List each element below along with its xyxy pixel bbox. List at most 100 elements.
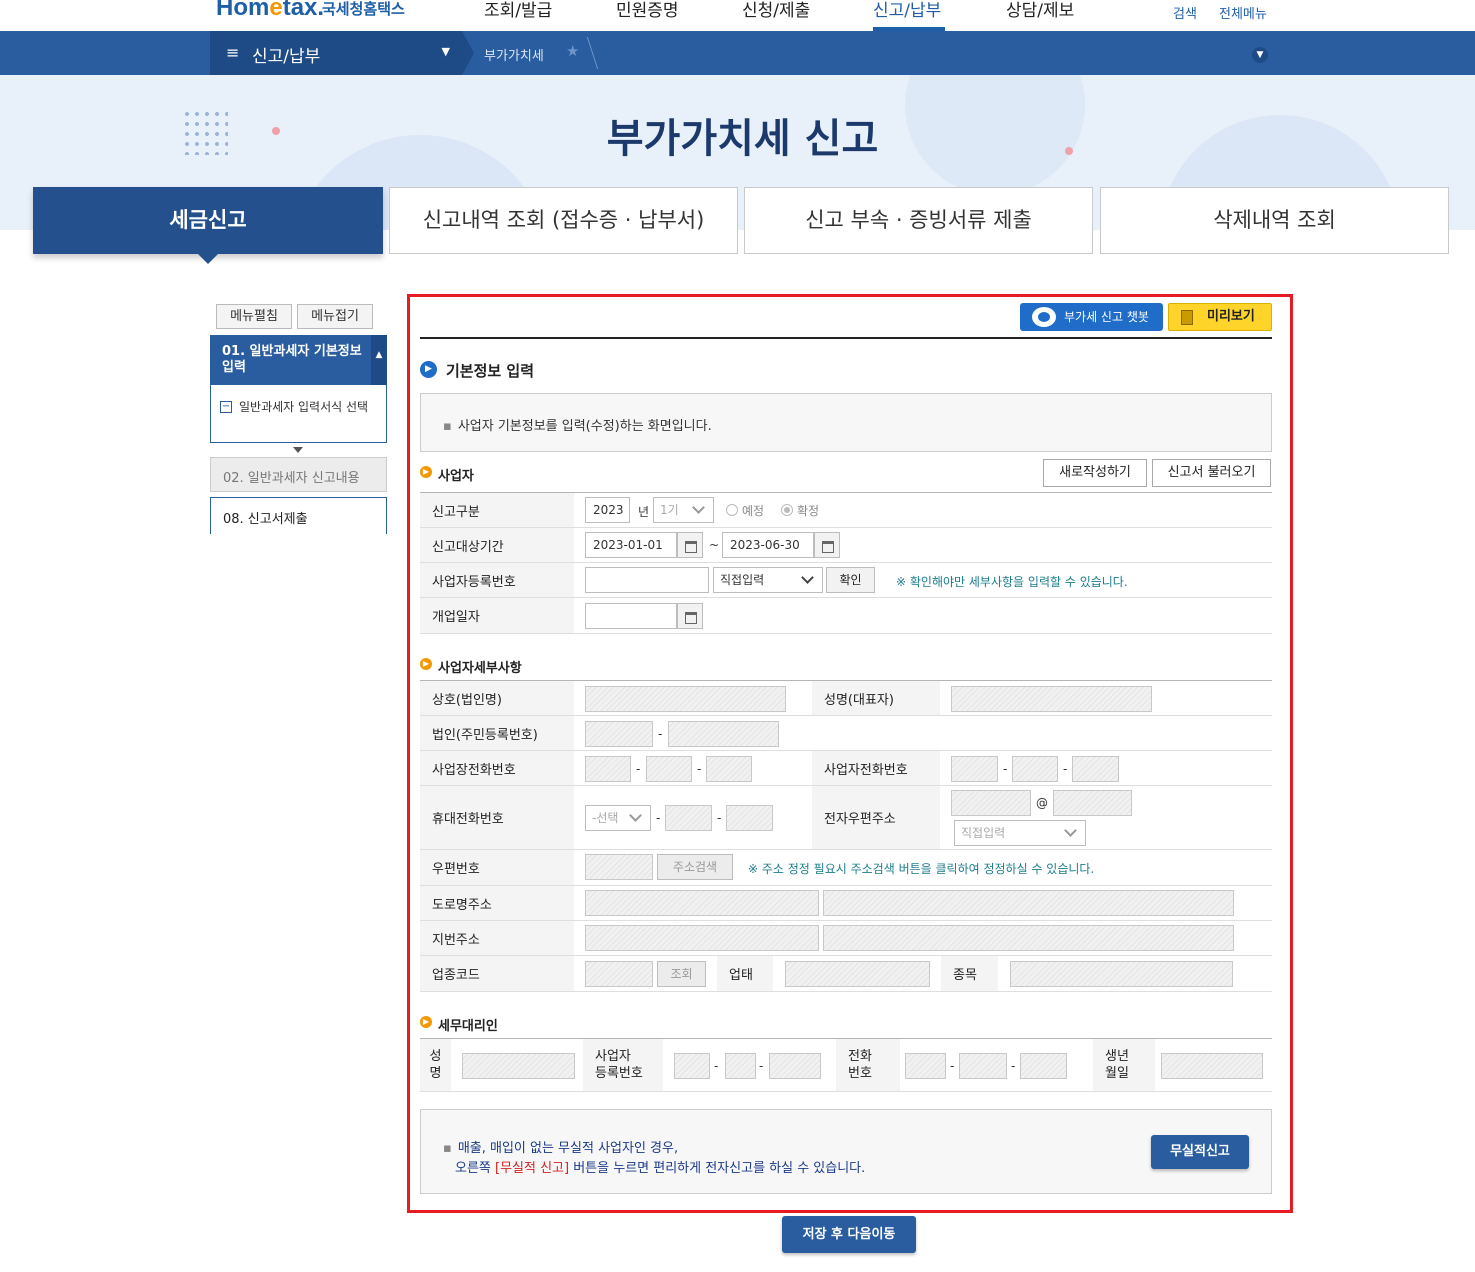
menu-collapse-button[interactable]: 메뉴접기	[297, 304, 373, 329]
search-link[interactable]: 검색	[1173, 3, 1197, 22]
breadcrumb-current[interactable]: 부가가치세	[484, 45, 544, 64]
chevron-down-icon	[692, 501, 705, 514]
table-cell: - -	[900, 1039, 1093, 1091]
favorite-star-icon[interactable]: ★	[566, 42, 579, 60]
caret-down-icon: ▼	[441, 45, 450, 58]
breadcrumb-menu[interactable]: ≡ 신고/납부 ▼	[210, 31, 462, 75]
hometax-logo[interactable]: Hometax.	[216, 0, 324, 22]
email-domain-field[interactable]	[1053, 790, 1132, 816]
table-row: 도로명주소	[420, 886, 1272, 921]
period-select[interactable]: 1기	[653, 497, 714, 523]
email-at-sign: @	[1036, 796, 1048, 810]
gnb-application[interactable]: 신청/제출	[742, 0, 810, 21]
no-performance-notice: ▪ 매출, 매입이 없는 무실적 사업자인 경우, 오른쪽 [무실적 신고] 버튼…	[420, 1109, 1272, 1194]
all-menu-link[interactable]: 전체메뉴	[1219, 3, 1267, 22]
date-from-field[interactable]: 2023-01-01	[585, 532, 677, 558]
site-tel-field-2[interactable]	[646, 756, 692, 782]
biztype-field[interactable]	[785, 961, 930, 987]
item-field[interactable]	[1010, 961, 1233, 987]
load-return-button[interactable]: 신고서 불러오기	[1152, 459, 1271, 487]
dash: -	[658, 727, 663, 741]
step-1-item[interactable]: 01. 일반과세자 기본정보 입력 ▲	[210, 335, 387, 385]
tab-deleted-history[interactable]: 삭제내역 조회	[1100, 187, 1449, 254]
bullet-icon: ▪	[443, 1141, 452, 1156]
corp-number-field-2[interactable]	[668, 721, 779, 747]
gnb-filing-payment[interactable]: 신고/납부	[873, 0, 941, 21]
no-performance-button[interactable]: 무실적신고	[1151, 1135, 1249, 1169]
step-3-item[interactable]: 08. 신고서제출	[210, 497, 387, 534]
table-cell: - -	[940, 751, 1272, 785]
corp-number-field-1[interactable]	[585, 721, 653, 747]
breadcrumb-arrow	[462, 31, 474, 75]
biz-tel-field-2[interactable]	[1012, 756, 1058, 782]
agent-bizno-field-1[interactable]	[674, 1053, 710, 1079]
calendar-icon[interactable]	[677, 532, 703, 558]
step-1-subitem[interactable]: − 일반과세자 입력서식 선택	[210, 385, 387, 443]
agent-bizno-field-2[interactable]	[725, 1053, 756, 1079]
open-date-label: 개업일자	[420, 598, 574, 633]
agent-name-field[interactable]	[462, 1053, 575, 1079]
agent-table: 성명 사업자 등록번호 - - 전화 번호 - - 생년 월일	[420, 1038, 1272, 1092]
radio-preliminary[interactable]	[726, 504, 738, 516]
tab-attachment-submit[interactable]: 신고 부속 · 증빙서류 제출	[744, 187, 1093, 254]
year-field[interactable]: 2023	[585, 497, 630, 523]
preliminary-label: 예정	[742, 504, 765, 518]
bizno-confirm-button[interactable]: 확인	[826, 567, 875, 593]
site-tel-field-3[interactable]	[706, 756, 752, 782]
preview-button[interactable]: 미리보기	[1168, 303, 1272, 331]
radio-final[interactable]	[781, 504, 793, 516]
dash: -	[1063, 762, 1068, 776]
lot-address-field-2[interactable]	[823, 925, 1234, 951]
menu-expand-button[interactable]: 메뉴펼침	[216, 304, 292, 329]
agent-tel-field-3[interactable]	[1020, 1053, 1067, 1079]
representative-field[interactable]	[951, 686, 1152, 712]
calendar-icon[interactable]	[677, 603, 703, 629]
calendar-icon[interactable]	[814, 532, 840, 558]
notice-line-2-highlight: [무실적 신고]	[495, 1161, 570, 1176]
lot-address-field-1[interactable]	[585, 925, 819, 951]
chevron-down-icon[interactable]: ▼	[1252, 47, 1268, 63]
tab-tax-filing[interactable]: 세금신고	[33, 187, 383, 254]
notice-line-2-pre: 오른쪽	[455, 1161, 496, 1176]
agent-birth-field[interactable]	[1161, 1053, 1263, 1079]
gnb-certificate[interactable]: 민원증명	[616, 0, 679, 21]
chevron-up-icon[interactable]: ▲	[371, 335, 387, 385]
bizno-mode-select[interactable]: 직접입력	[713, 567, 823, 593]
gnb-inquiry[interactable]: 조회/발급	[484, 0, 552, 21]
bizno-input[interactable]	[585, 567, 709, 593]
road-address-field-2[interactable]	[823, 890, 1234, 916]
dash: -	[759, 1059, 764, 1073]
email-id-field[interactable]	[951, 790, 1031, 816]
industry-lookup-button[interactable]: 조회	[657, 961, 706, 987]
road-address-field-1[interactable]	[585, 890, 819, 916]
step-arrow-down-icon	[293, 447, 303, 453]
biz-tel-field-3[interactable]	[1072, 756, 1119, 782]
step-2-item[interactable]: 02. 일반과세자 신고내용	[210, 457, 387, 492]
site-tel-field-1[interactable]	[585, 756, 631, 782]
mobile-prefix-select[interactable]: -선택	[585, 805, 651, 831]
date-to-field[interactable]: 2023-06-30	[722, 532, 814, 558]
agent-tel-field-2[interactable]	[959, 1053, 1007, 1079]
open-date-field[interactable]	[585, 603, 677, 629]
address-search-button[interactable]: 주소검색	[657, 854, 733, 880]
mobile-field-3[interactable]	[726, 805, 773, 831]
email-domain-select[interactable]: 직접입력	[954, 820, 1086, 846]
table-cell	[451, 1039, 583, 1091]
save-next-button[interactable]: 저장 후 다음이동	[782, 1216, 916, 1253]
new-write-button[interactable]: 새로작성하기	[1043, 459, 1147, 487]
table-cell	[940, 681, 1272, 715]
info-text: 사업자 기본정보를 입력(수정)하는 화면입니다.	[457, 419, 712, 434]
agent-tel-field-1[interactable]	[905, 1053, 946, 1079]
logo-subtitle[interactable]: 국세청홈택스	[322, 0, 405, 19]
dash: -	[717, 811, 722, 825]
gnb-consult[interactable]: 상담/제보	[1006, 0, 1074, 21]
agent-bizno-field-3[interactable]	[769, 1053, 821, 1079]
vat-chatbot-button[interactable]: 부가세 신고 챗봇	[1020, 303, 1163, 331]
tab-filing-history[interactable]: 신고내역 조회 (접수증 · 납부서)	[389, 187, 738, 254]
industry-code-field[interactable]	[585, 961, 653, 987]
company-name-field[interactable]	[585, 686, 786, 712]
table-row: 우편번호 주소검색 ※ 주소 정정 필요시 주소검색 버튼을 클릭하여 정정하실…	[420, 850, 1272, 886]
zip-field[interactable]	[585, 854, 653, 880]
biz-tel-field-1[interactable]	[951, 756, 998, 782]
mobile-field-2[interactable]	[665, 805, 712, 831]
